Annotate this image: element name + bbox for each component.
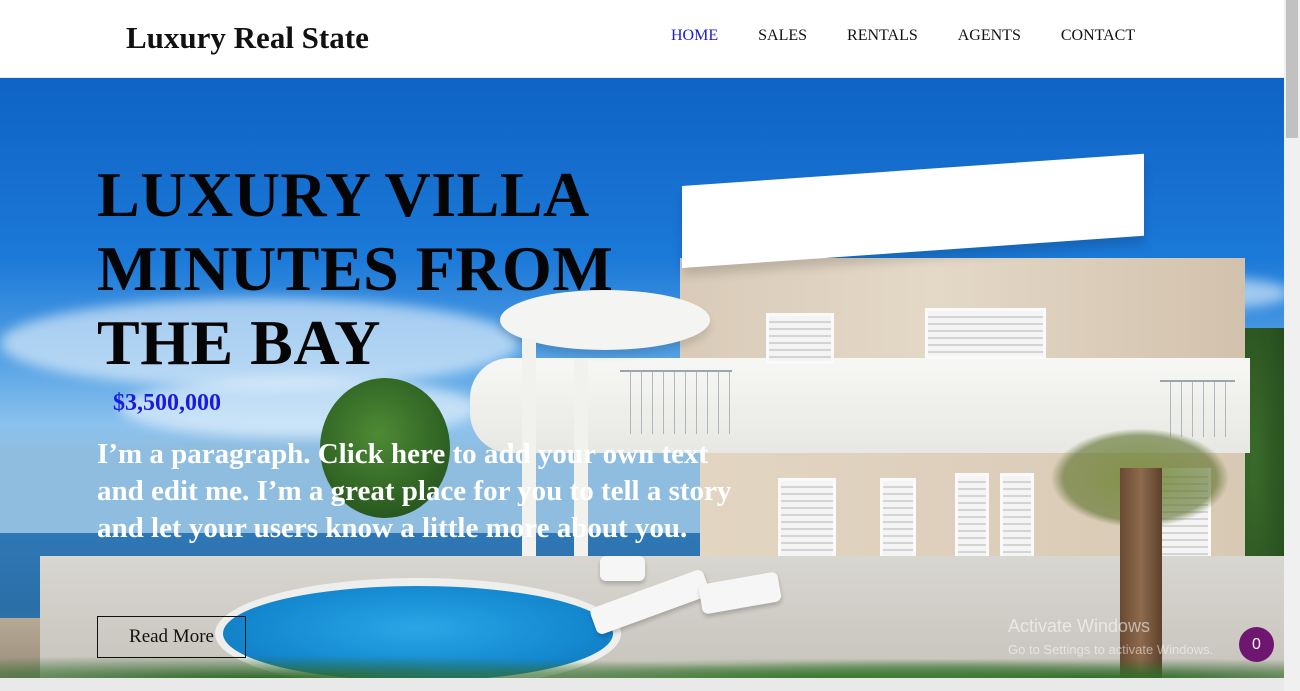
activate-windows-subtext: Go to Settings to activate Windows. — [1008, 642, 1214, 657]
villa-roof — [682, 153, 1144, 268]
site-header: Luxury Real State HOME SALES RENTALS AGE… — [0, 0, 1284, 78]
vertical-scrollbar[interactable] — [1284, 0, 1300, 691]
balcony-railing — [1160, 380, 1235, 437]
hero-paragraph: I’m a paragraph. Click here to add your … — [97, 438, 732, 544]
nav-home[interactable]: HOME — [671, 27, 718, 45]
window-shutter — [880, 478, 916, 564]
scrollbar-thumb[interactable] — [1286, 0, 1298, 138]
listing-price: $3,500,000 — [113, 390, 221, 416]
read-more-button[interactable]: Read More — [97, 616, 246, 658]
nav-agents[interactable]: AGENTS — [958, 27, 1021, 45]
hero-section: LUXURY VILLA MINUTES FROM THE BAY $3,500… — [0, 78, 1284, 678]
window-shutter — [766, 313, 834, 364]
window-shutter — [925, 308, 1046, 359]
activate-windows-watermark: Activate Windows — [1008, 616, 1151, 636]
nav-sales[interactable]: SALES — [758, 27, 807, 45]
site-logo-text[interactable]: Luxury Real State — [126, 20, 369, 56]
window-shutter — [1000, 473, 1034, 564]
main-nav: HOME SALES RENTALS AGENTS CONTACT — [671, 27, 1175, 45]
nav-rentals[interactable]: RENTALS — [847, 27, 918, 45]
nav-contact[interactable]: CONTACT — [1061, 27, 1135, 45]
sun-lounger — [600, 556, 645, 581]
page-bottom-edge — [0, 678, 1284, 691]
chat-badge[interactable]: 0 — [1239, 627, 1274, 662]
hero-title: LUXURY VILLA MINUTES FROM THE BAY — [97, 159, 614, 378]
window-shutter — [955, 473, 989, 564]
